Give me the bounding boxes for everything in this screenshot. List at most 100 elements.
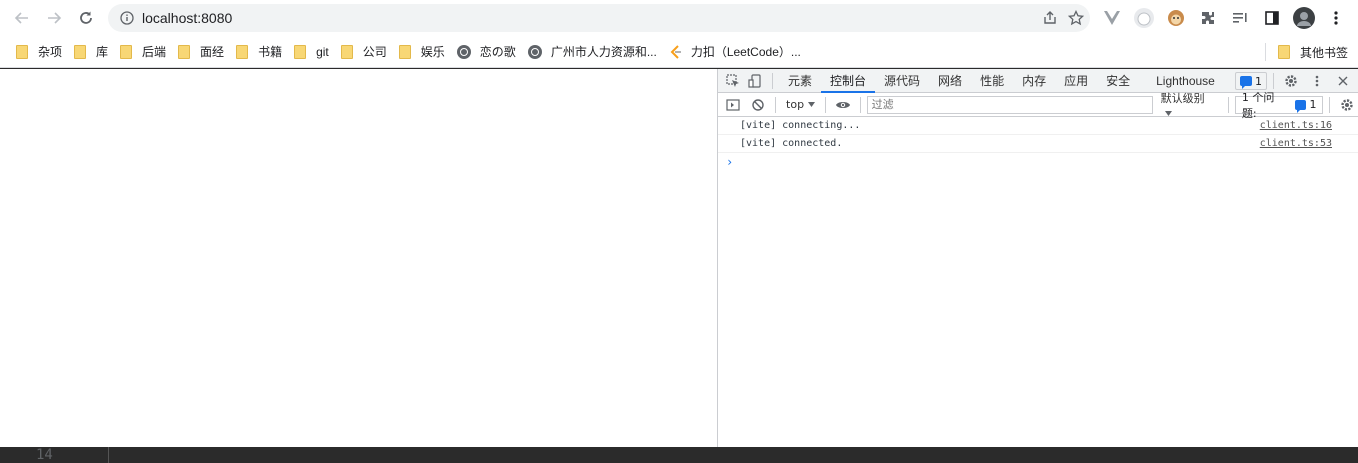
tab-elements[interactable]: 元素 [779, 69, 821, 93]
issues-button[interactable]: 1 个问题: 1 [1234, 91, 1324, 120]
folder-icon [340, 44, 353, 59]
tab-sources[interactable]: 源代码 [875, 69, 929, 93]
folder-icon [1277, 45, 1290, 59]
log-levels-label: 默认级别 [1160, 92, 1205, 105]
bookmark-folder[interactable]: 娱乐 [395, 38, 453, 66]
bookmarks-separator [1264, 43, 1266, 61]
other-bookmarks-label: 其他书签 [1299, 45, 1348, 60]
star-icon[interactable] [1068, 10, 1084, 26]
extensions-button[interactable] [1196, 6, 1220, 30]
editor-background: 14 [0, 447, 1358, 463]
block-icon [752, 98, 764, 111]
prompt-chevron-icon: › [726, 155, 734, 169]
tab-console[interactable]: 控制台 [821, 69, 876, 93]
gear-icon [1341, 98, 1353, 111]
reload-icon [80, 11, 92, 24]
bookmark-folder[interactable]: 库 [70, 38, 116, 66]
menu-button[interactable] [1324, 6, 1348, 30]
message-icon [1240, 76, 1252, 89]
messages-badge[interactable]: 1 [1235, 72, 1267, 90]
bookmark-folder[interactable]: 公司 [337, 38, 395, 66]
moon-icon [1134, 8, 1154, 28]
moon-extension[interactable] [1132, 6, 1156, 30]
log-levels-dropdown[interactable]: 默认级别 [1157, 90, 1222, 119]
bookmark-folder[interactable]: 书籍 [232, 38, 290, 66]
inspect-element-button[interactable] [722, 70, 744, 92]
issues-label: 1 个问题: [1241, 90, 1275, 120]
playlist-icon [1233, 13, 1247, 23]
vue-devtools-extension[interactable] [1100, 6, 1124, 30]
console-row: [vite] connected. client.ts:53 [718, 135, 1358, 153]
more-vert-icon [1334, 11, 1338, 25]
monkey-extension[interactable] [1164, 6, 1188, 30]
bookmarks-bar: 杂项 库 后端 面经 书籍 git 公司 娱乐 恋の歌 广州市人力资源和... … [0, 36, 1358, 68]
bookmark-folder[interactable]: 后端 [116, 38, 174, 66]
folder-icon [236, 44, 249, 59]
device-icon [748, 73, 761, 88]
inspect-icon [726, 73, 739, 87]
console-message: [vite] connecting... [740, 120, 861, 131]
side-panel-button[interactable] [1260, 6, 1284, 30]
tab-application[interactable]: 应用 [1055, 69, 1097, 93]
extensions-area [1100, 4, 1348, 32]
dropdown-triangle-icon [1164, 111, 1172, 116]
filter-separator [775, 96, 777, 113]
filter-separator [1227, 96, 1229, 113]
globe-icon [527, 44, 542, 59]
page-viewport[interactable] [0, 69, 717, 447]
clear-console-button[interactable] [748, 94, 770, 116]
arrow-left-icon [14, 12, 28, 24]
issue-message-icon [1294, 99, 1307, 113]
bookmark-site[interactable]: 恋の歌 [453, 38, 524, 66]
forward-button[interactable] [38, 2, 70, 34]
filter-separator [1329, 96, 1331, 113]
monkey-icon [1168, 10, 1184, 26]
live-expression-button[interactable] [832, 94, 854, 116]
console-prompt[interactable]: › [718, 153, 1358, 171]
folder-icon [294, 44, 307, 59]
device-toolbar-button[interactable] [744, 70, 766, 92]
console-filter-input[interactable] [866, 95, 1153, 114]
folder-icon [398, 44, 411, 59]
tab-separator [772, 72, 773, 89]
bookmark-folder[interactable]: 杂项 [12, 38, 70, 66]
folder-icon [74, 44, 87, 59]
back-button[interactable] [6, 2, 38, 34]
line-number: 14 [36, 447, 53, 463]
browser-toolbar: localhost:8080 [0, 0, 1358, 36]
filter-separator [825, 96, 827, 113]
vue-icon [1104, 11, 1120, 25]
gear-icon [1285, 75, 1297, 87]
tab-memory[interactable]: 内存 [1013, 69, 1055, 93]
bookmark-site[interactable]: 力扣（LeetCode）... [665, 38, 809, 66]
close-devtools-button[interactable] [1332, 70, 1354, 92]
url-text: localhost:8080 [142, 10, 233, 26]
filter-separator [859, 96, 861, 113]
sidebar-icon [726, 98, 740, 111]
customize-menu-button[interactable] [1306, 70, 1328, 92]
tab-lighthouse[interactable]: Lighthouse [1147, 69, 1224, 93]
other-bookmarks[interactable]: 其他书签 [1264, 36, 1348, 68]
context-selector[interactable]: top [782, 98, 819, 111]
bookmark-folder[interactable]: 面经 [174, 38, 232, 66]
reload-button[interactable] [70, 2, 102, 34]
address-bar[interactable]: localhost:8080 [108, 4, 1090, 32]
reading-list-button[interactable] [1228, 6, 1252, 30]
folder-icon [120, 44, 133, 59]
side-panel-icon [1265, 11, 1279, 25]
globe-icon [456, 44, 471, 59]
tab-security[interactable]: 安全 [1097, 69, 1139, 93]
tab-network[interactable]: 网络 [929, 69, 971, 93]
profile-avatar[interactable] [1292, 6, 1316, 30]
console-source-link[interactable]: client.ts:16 [1260, 120, 1332, 131]
tab-performance[interactable]: 性能 [971, 69, 1013, 93]
issues-count: 1 [1309, 98, 1317, 111]
console-messages: [vite] connecting... client.ts:16 [vite]… [718, 117, 1358, 171]
console-source-link[interactable]: client.ts:53 [1260, 138, 1332, 149]
console-settings-button[interactable] [1336, 94, 1358, 116]
bookmark-folder[interactable]: git [290, 38, 337, 66]
share-icon[interactable] [1042, 10, 1058, 26]
more-vert-icon [1315, 75, 1319, 87]
bookmark-site[interactable]: 广州市人力资源和... [524, 38, 665, 66]
show-sidebar-button[interactable] [722, 94, 744, 116]
